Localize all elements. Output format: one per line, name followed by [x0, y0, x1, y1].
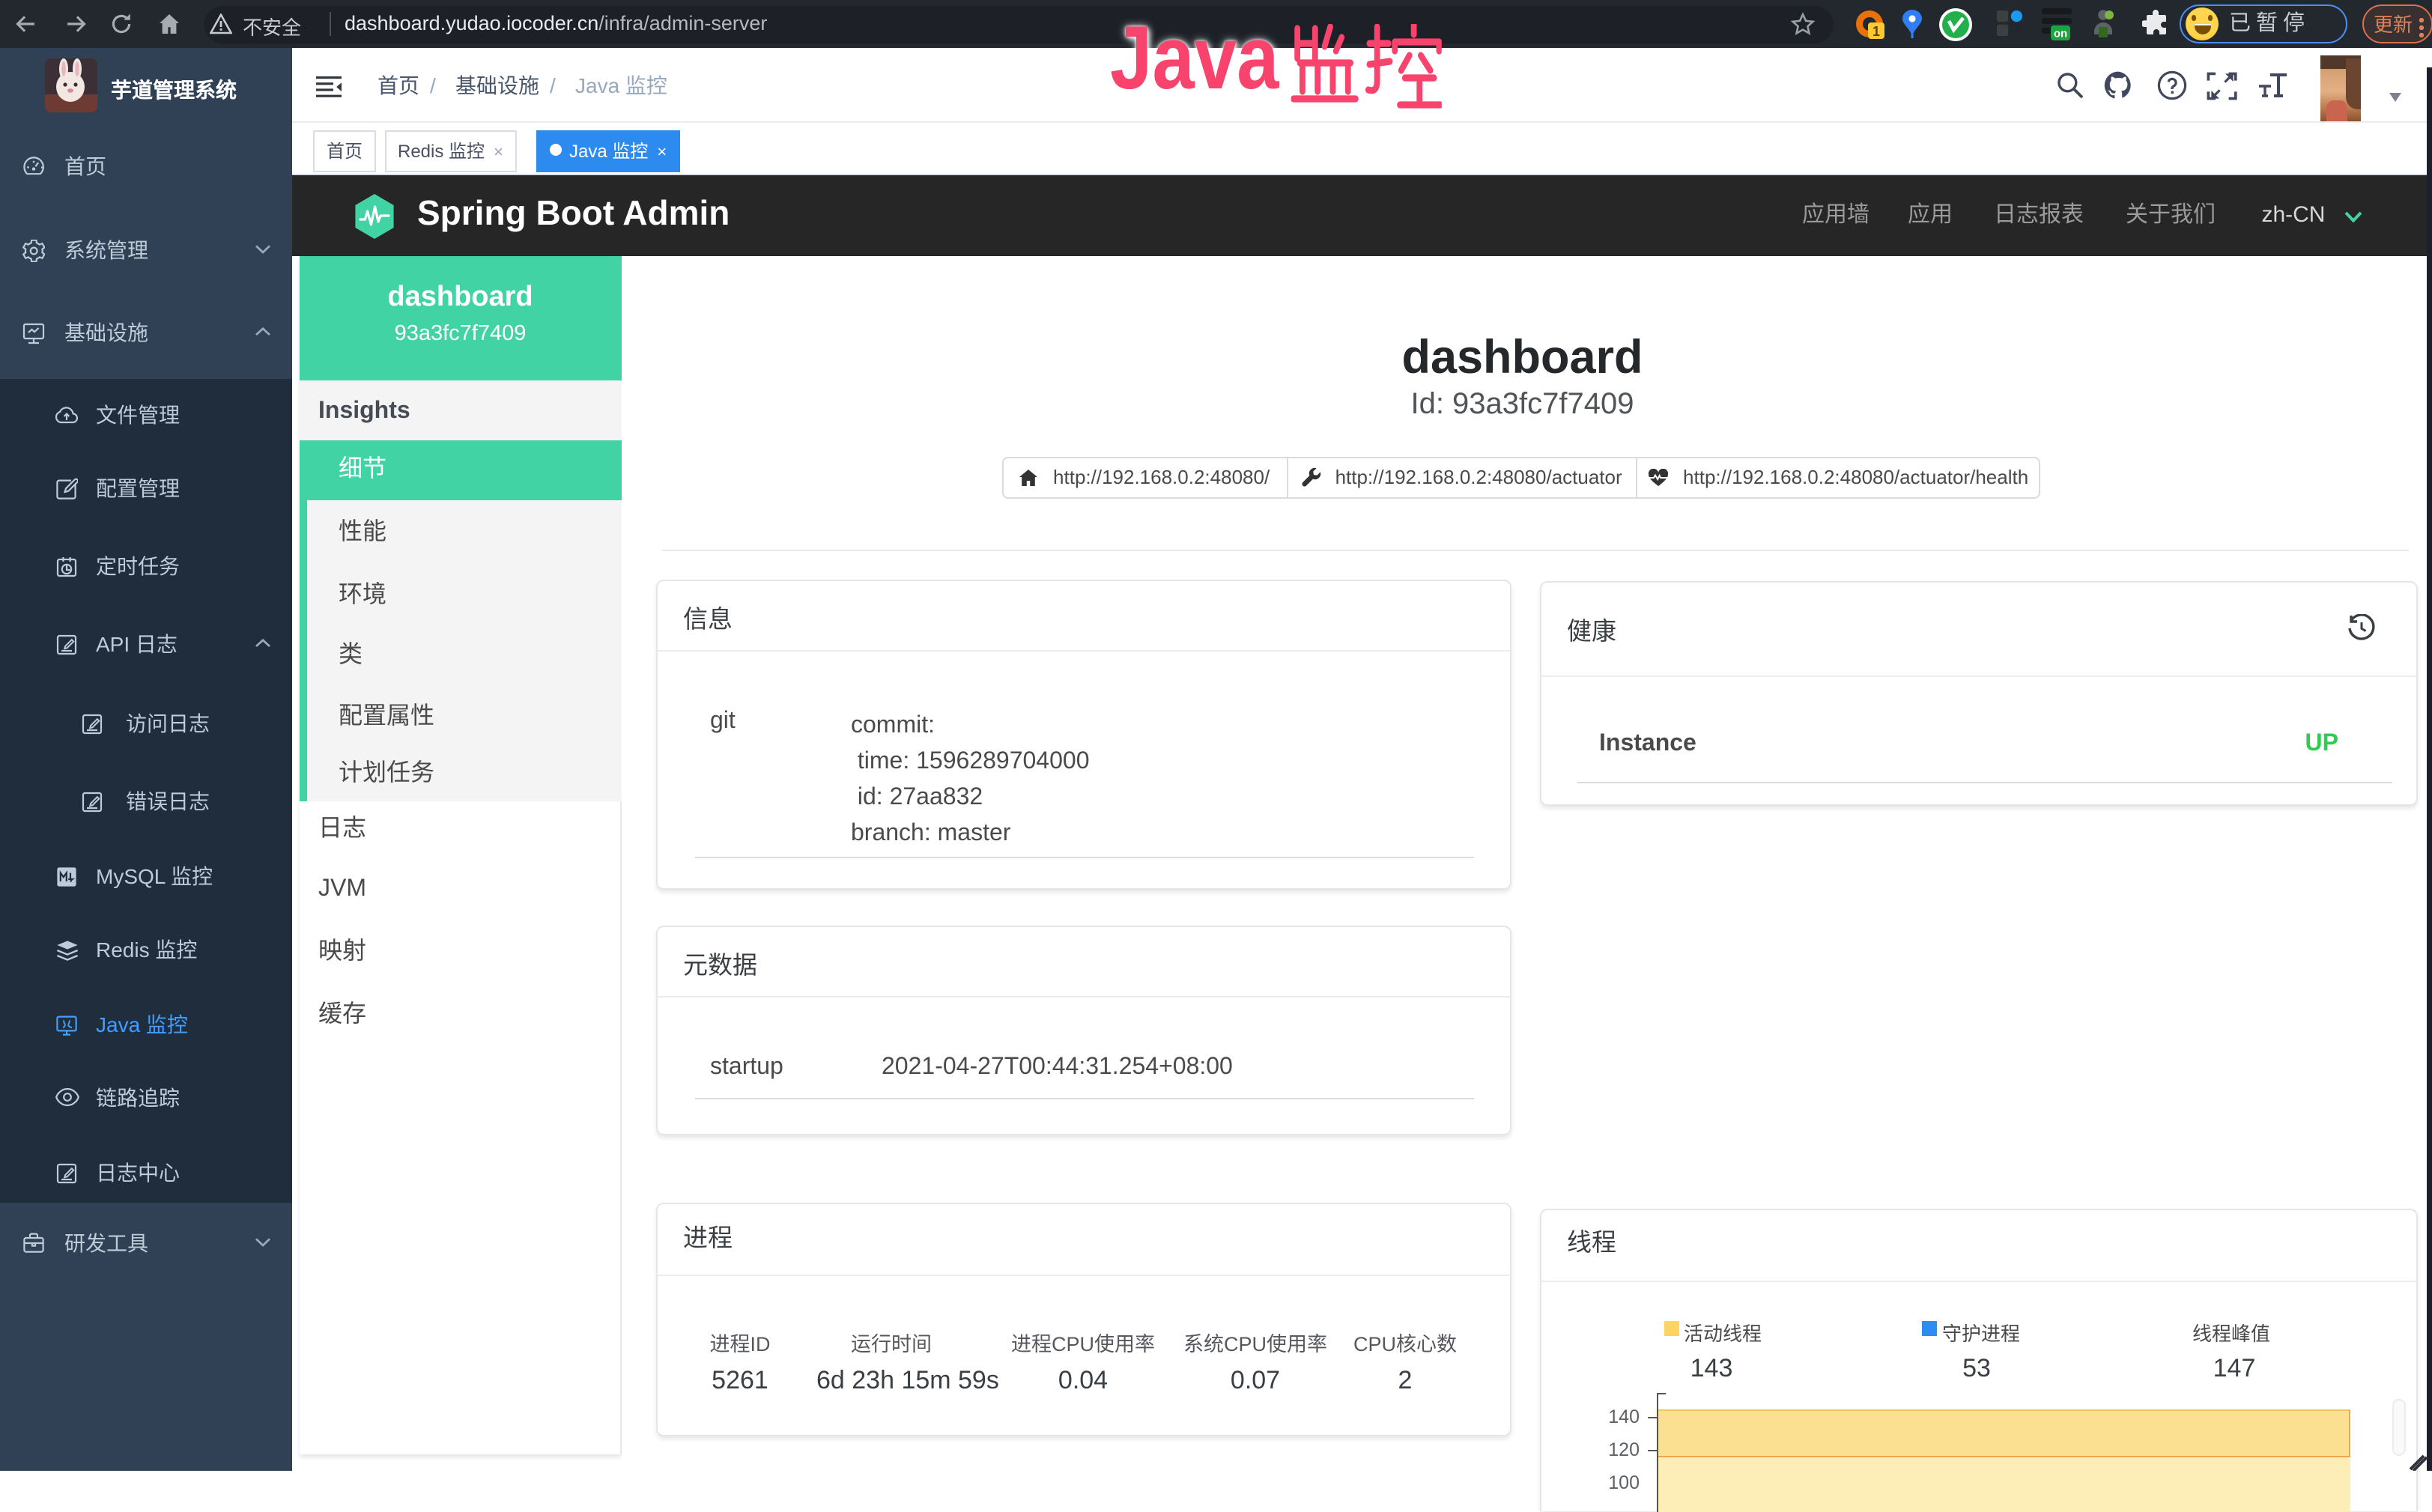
svg-text:1: 1	[1872, 24, 1880, 39]
svg-text:on: on	[2054, 28, 2067, 40]
